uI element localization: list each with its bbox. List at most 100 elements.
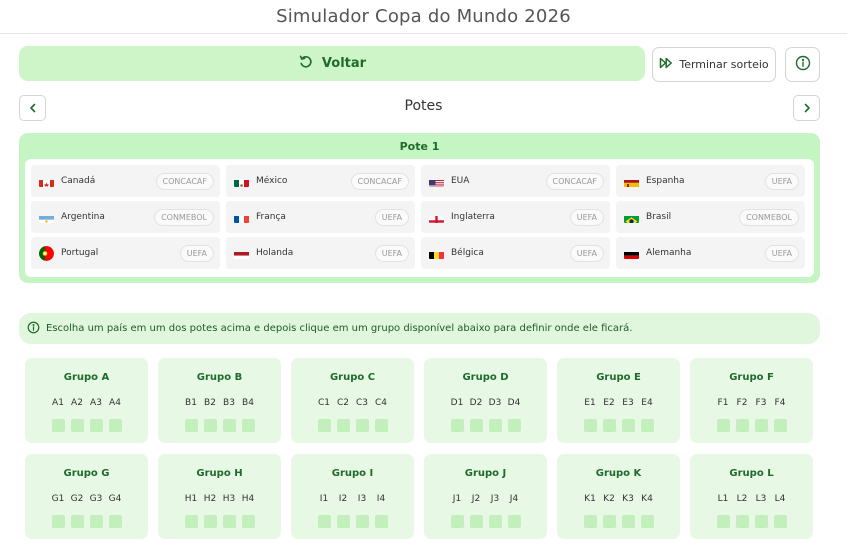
group-card-b[interactable]: Grupo B B1 B2 B3 B4 [158, 358, 281, 443]
empty-slot[interactable] [355, 515, 369, 528]
empty-slot[interactable] [450, 419, 464, 432]
empty-slot[interactable] [640, 419, 654, 432]
team-card-mexico[interactable]: México CONCACAF [226, 165, 415, 197]
empty-slot[interactable] [336, 515, 350, 528]
empty-slot[interactable] [89, 419, 103, 432]
group-card-j[interactable]: Grupo J J1 J2 J3 J4 [424, 454, 547, 539]
empty-slot[interactable] [488, 419, 502, 432]
info-button[interactable] [785, 47, 820, 82]
group-card-k[interactable]: Grupo K K1 K2 K3 K4 [557, 454, 680, 539]
empty-slot[interactable] [70, 419, 84, 432]
empty-slot[interactable] [716, 515, 730, 528]
finish-draw-button[interactable]: Terminar sorteio [652, 47, 776, 82]
team-card-france[interactable]: França UEFA [226, 201, 415, 233]
empty-slot[interactable] [621, 419, 635, 432]
group-slot-boxes [291, 515, 414, 528]
group-slot-labels: L1 L2 L3 L4 [690, 494, 813, 504]
empty-slot[interactable] [355, 419, 369, 432]
team-card-england[interactable]: Inglaterra UEFA [421, 201, 610, 233]
empty-slot[interactable] [108, 419, 122, 432]
team-card-portugal[interactable]: Portugal UEFA [31, 237, 220, 269]
group-slot-boxes [291, 419, 414, 432]
empty-slot[interactable] [203, 419, 217, 432]
empty-slot[interactable] [374, 419, 388, 432]
empty-slot[interactable] [716, 419, 730, 432]
empty-slot[interactable] [184, 419, 198, 432]
empty-slot[interactable] [507, 419, 521, 432]
empty-slot[interactable] [222, 515, 236, 528]
page-title: Simulador Copa do Mundo 2026 [276, 6, 571, 27]
empty-slot[interactable] [317, 515, 331, 528]
empty-slot[interactable] [507, 515, 521, 528]
team-card-usa[interactable]: EUA CONCACAF [421, 165, 610, 197]
empty-slot[interactable] [241, 419, 255, 432]
team-card-netherlands[interactable]: Holanda UEFA [226, 237, 415, 269]
team-card-belgium[interactable]: Bélgica UEFA [421, 237, 610, 269]
back-button[interactable]: Voltar [19, 46, 645, 81]
team-card-canada[interactable]: Canadá CONCACAF [31, 165, 220, 197]
group-card-d[interactable]: Grupo D D1 D2 D3 D4 [424, 358, 547, 443]
group-card-g[interactable]: Grupo G G1 G2 G3 G4 [25, 454, 148, 539]
empty-slot[interactable] [621, 515, 635, 528]
slot-label: I2 [338, 494, 348, 504]
group-slot-labels: J1 J2 J3 J4 [424, 494, 547, 504]
slot-label: F3 [755, 398, 767, 408]
group-card-l[interactable]: Grupo L L1 L2 L3 L4 [690, 454, 813, 539]
empty-slot[interactable] [773, 419, 787, 432]
group-card-e[interactable]: Grupo E E1 E2 E3 E4 [557, 358, 680, 443]
empty-slot[interactable] [51, 515, 65, 528]
empty-slot[interactable] [222, 419, 236, 432]
group-card-h[interactable]: Grupo H H1 H2 H3 H4 [158, 454, 281, 539]
group-card-c[interactable]: Grupo C C1 C2 C3 C4 [291, 358, 414, 443]
empty-slot[interactable] [469, 515, 483, 528]
empty-slot[interactable] [51, 419, 65, 432]
team-card-argentina[interactable]: Argentina CONMEBOL [31, 201, 220, 233]
empty-slot[interactable] [70, 515, 84, 528]
team-card-germany[interactable]: Alemanha UEFA [616, 237, 805, 269]
slot-label: E3 [622, 398, 634, 408]
empty-slot[interactable] [203, 515, 217, 528]
slot-label: F1 [717, 398, 729, 408]
empty-slot[interactable] [773, 515, 787, 528]
empty-slot[interactable] [583, 419, 597, 432]
empty-slot[interactable] [374, 515, 388, 528]
group-card-f[interactable]: Grupo F F1 F2 F3 F4 [690, 358, 813, 443]
empty-slot[interactable] [241, 515, 255, 528]
slot-label: B2 [204, 398, 216, 408]
empty-slot[interactable] [754, 419, 768, 432]
group-slot-labels: E1 E2 E3 E4 [557, 398, 680, 408]
empty-slot[interactable] [735, 419, 749, 432]
next-pot-button[interactable] [793, 95, 820, 121]
empty-slot[interactable] [735, 515, 749, 528]
slot-label: C2 [336, 398, 349, 408]
group-title: Grupo J [464, 468, 507, 479]
team-card-spain[interactable]: Espanha UEFA [616, 165, 805, 197]
group-card-a[interactable]: Grupo A A1 A2 A3 A4 [25, 358, 148, 443]
group-slot-labels: K1 K2 K3 K4 [557, 494, 680, 504]
group-slot-labels: H1 H2 H3 H4 [158, 494, 281, 504]
empty-slot[interactable] [108, 515, 122, 528]
empty-slot[interactable] [317, 419, 331, 432]
empty-slot[interactable] [89, 515, 103, 528]
slot-label: K4 [641, 494, 653, 504]
team-card-brazil[interactable]: Brasil CONMEBOL [616, 201, 805, 233]
slot-label: C1 [317, 398, 330, 408]
empty-slot[interactable] [184, 515, 198, 528]
empty-slot[interactable] [488, 515, 502, 528]
empty-slot[interactable] [602, 515, 616, 528]
slot-label: E4 [641, 398, 653, 408]
empty-slot[interactable] [640, 515, 654, 528]
empty-slot[interactable] [583, 515, 597, 528]
group-slot-labels: B1 B2 B3 B4 [158, 398, 281, 408]
slot-label: E2 [603, 398, 615, 408]
empty-slot[interactable] [754, 515, 768, 528]
empty-slot[interactable] [450, 515, 464, 528]
empty-slot[interactable] [602, 419, 616, 432]
group-card-i[interactable]: Grupo I I1 I2 I3 I4 [291, 454, 414, 539]
empty-slot[interactable] [469, 419, 483, 432]
slot-label: I3 [357, 494, 367, 504]
group-slot-boxes [25, 515, 148, 528]
empty-slot[interactable] [336, 419, 350, 432]
brazil-flag-icon [624, 212, 639, 223]
pot-title: Pote 1 [399, 140, 440, 153]
